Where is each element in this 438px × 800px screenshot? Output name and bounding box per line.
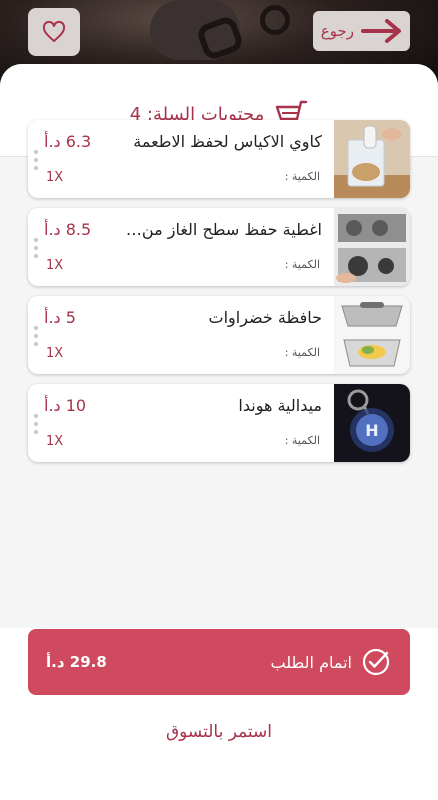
cart-list: كاوي الاكياس لحفظ الاطعمة 6.3 د.أ الكمية… [28,120,410,472]
item-name: ميدالية هوندا [238,396,322,415]
checkout-button[interactable]: اتمام الطلب 29.8 د.أ [28,629,410,695]
drag-handle[interactable] [34,414,38,434]
drag-handle[interactable] [34,326,38,346]
qty-label: الكمية : [284,434,320,447]
item-qty: 1X [46,346,64,361]
item-price: 5 د.أ [44,308,76,327]
back-button[interactable]: رجوع [313,11,410,51]
continue-shopping-link[interactable]: استمر بالتسوق [0,722,438,742]
check-circle-icon [362,648,390,676]
item-name: اغطية حفظ سطح الغاز من الاتساخ [122,220,322,239]
cart-item[interactable]: كاوي الاكياس لحفظ الاطعمة 6.3 د.أ الكمية… [28,120,410,198]
item-price: 10 د.أ [44,396,87,415]
svg-text:H: H [365,421,378,440]
product-thumbnail [334,120,410,198]
item-name: كاوي الاكياس لحفظ الاطعمة [133,132,322,151]
favorite-button[interactable] [28,8,80,56]
qty-label: الكمية : [284,258,320,271]
checkout-label: اتمام الطلب [270,652,352,672]
item-qty: 1X [46,170,64,185]
product-thumbnail: H [334,384,410,462]
arrow-right-icon [361,19,401,43]
heart-icon [42,21,66,42]
item-qty: 1X [46,434,64,449]
item-price: 6.3 د.أ [44,132,92,151]
item-qty: 1X [46,258,64,273]
product-thumbnail [334,208,410,286]
checkout-total: 29.8 د.أ [46,653,107,671]
back-label: رجوع [320,22,354,40]
drag-handle[interactable] [34,238,38,258]
cart-item[interactable]: اغطية حفظ سطح الغاز من الاتساخ 8.5 د.أ ا… [28,208,410,286]
qty-label: الكمية : [284,346,320,359]
item-price: 8.5 د.أ [44,220,92,239]
drag-handle[interactable] [34,150,38,170]
cart-item[interactable]: حافظة خضراوات 5 د.أ الكمية : 1X [28,296,410,374]
product-thumbnail [334,296,410,374]
qty-label: الكمية : [284,170,320,183]
cart-item[interactable]: H ميدالية هوندا 10 د.أ الكمية : 1X [28,384,410,462]
item-name: حافظة خضراوات [208,308,322,327]
